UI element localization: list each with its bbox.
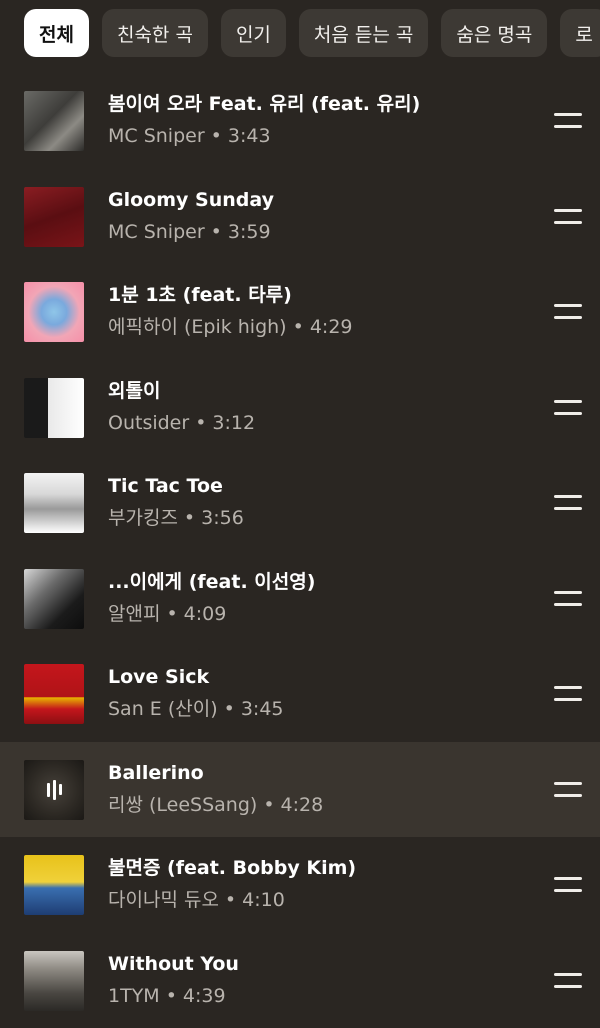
separator-dot: • xyxy=(263,794,274,816)
album-art[interactable] xyxy=(24,569,84,629)
track-artist[interactable]: San E (산이) xyxy=(108,698,218,720)
album-art[interactable] xyxy=(24,187,84,247)
track-duration: 3:12 xyxy=(212,412,255,434)
track-list: 봄이여 오라 Feat. 유리 (feat. 유리) MC Sniper • 3:43… xyxy=(0,73,600,1028)
track-row[interactable]: 불면증 (feat. Bobby Kim) 다이나믹 듀오 • 4:10 xyxy=(0,837,600,933)
album-art[interactable] xyxy=(24,951,84,1011)
track-duration: 4:39 xyxy=(183,985,226,1007)
track-title: Ballerino xyxy=(108,760,530,786)
drag-handle-icon[interactable] xyxy=(554,302,582,322)
drag-handle-icon[interactable] xyxy=(554,207,582,227)
drag-handle-icon[interactable] xyxy=(554,684,582,704)
drag-handle-icon[interactable] xyxy=(554,493,582,513)
track-artist[interactable]: 부가킹즈 xyxy=(108,507,178,529)
separator-dot: • xyxy=(184,507,195,529)
album-art[interactable] xyxy=(24,664,84,724)
track-duration: 4:29 xyxy=(310,316,353,338)
filter-chip[interactable]: 전체 xyxy=(24,9,89,57)
separator-dot: • xyxy=(293,316,304,338)
track-row[interactable]: ...이에게 (feat. 이선영) 알앤피 • 4:09 xyxy=(0,551,600,647)
track-duration: 3:56 xyxy=(201,507,244,529)
album-cover-image xyxy=(24,569,84,629)
album-art[interactable] xyxy=(24,378,84,438)
album-art[interactable] xyxy=(24,760,84,820)
filter-chip[interactable]: 로 xyxy=(560,9,600,57)
separator-dot: • xyxy=(166,985,177,1007)
album-cover-image xyxy=(24,664,84,724)
track-title: Tic Tac Toe xyxy=(108,473,530,499)
track-duration: 4:28 xyxy=(281,794,324,816)
separator-dot: • xyxy=(166,603,177,625)
track-artist[interactable]: 1TYM xyxy=(108,985,160,1007)
track-title: 외톨이 xyxy=(108,378,530,404)
track-row[interactable]: Gloomy Sunday MC Sniper • 3:59 xyxy=(0,169,600,265)
album-cover-image xyxy=(24,187,84,247)
track-artist[interactable]: MC Sniper xyxy=(108,221,205,243)
track-title: Gloomy Sunday xyxy=(108,187,530,213)
track-title: ...이에게 (feat. 이선영) xyxy=(108,569,530,595)
drag-handle-icon[interactable] xyxy=(554,875,582,895)
drag-handle-icon[interactable] xyxy=(554,398,582,418)
filter-chip-bar: 전체 친숙한 곡 인기 처음 듣는 곡 숨은 명곡 로 xyxy=(0,0,600,66)
album-cover-image xyxy=(24,855,84,915)
album-art[interactable] xyxy=(24,855,84,915)
separator-dot: • xyxy=(225,889,236,911)
filter-chip[interactable]: 처음 듣는 곡 xyxy=(299,9,428,57)
track-row[interactable]: 1분 1초 (feat. 타루) 에픽하이 (Epik high) • 4:29 xyxy=(0,264,600,360)
album-cover-image xyxy=(24,91,84,151)
drag-handle-icon[interactable] xyxy=(554,111,582,131)
track-duration: 4:10 xyxy=(242,889,285,911)
track-artist[interactable]: 다이나믹 듀오 xyxy=(108,889,219,911)
separator-dot: • xyxy=(195,412,206,434)
album-cover-image xyxy=(24,951,84,1011)
track-artist[interactable]: MC Sniper xyxy=(108,125,205,147)
track-duration: 3:59 xyxy=(228,221,271,243)
filter-chip[interactable]: 친숙한 곡 xyxy=(102,9,208,57)
track-artist[interactable]: 에픽하이 (Epik high) xyxy=(108,316,287,338)
track-artist[interactable]: 알앤피 xyxy=(108,603,160,625)
drag-handle-icon[interactable] xyxy=(554,780,582,800)
track-title: Without You xyxy=(108,951,530,977)
album-cover-image xyxy=(24,473,84,533)
drag-handle-icon[interactable] xyxy=(554,589,582,609)
track-duration: 3:43 xyxy=(228,125,271,147)
track-title: 봄이여 오라 Feat. 유리 (feat. 유리) xyxy=(108,91,530,117)
filter-chip[interactable]: 숨은 명곡 xyxy=(441,9,547,57)
track-row[interactable]: 외톨이 Outsider • 3:12 xyxy=(0,360,600,456)
album-art[interactable] xyxy=(24,282,84,342)
separator-dot: • xyxy=(224,698,235,720)
equalizer-icon xyxy=(24,760,84,820)
track-row[interactable]: Ballerino 리쌍 (LeeSSang) • 4:28 xyxy=(0,742,600,838)
separator-dot: • xyxy=(211,221,222,243)
album-art[interactable] xyxy=(24,473,84,533)
track-artist[interactable]: 리쌍 (LeeSSang) xyxy=(108,794,257,816)
track-duration: 4:09 xyxy=(184,603,227,625)
track-row[interactable]: 봄이여 오라 Feat. 유리 (feat. 유리) MC Sniper • 3:43 xyxy=(0,73,600,169)
track-title: 1분 1초 (feat. 타루) xyxy=(108,282,530,308)
track-title: 불면증 (feat. Bobby Kim) xyxy=(108,855,530,881)
separator-dot: • xyxy=(211,125,222,147)
track-artist[interactable]: Outsider xyxy=(108,412,189,434)
album-cover-image xyxy=(24,378,84,438)
album-art[interactable] xyxy=(24,91,84,151)
track-row[interactable]: Without You 1TYM • 4:39 xyxy=(0,933,600,1028)
filter-chip[interactable]: 인기 xyxy=(221,9,286,57)
track-title: Love Sick xyxy=(108,664,530,690)
drag-handle-icon[interactable] xyxy=(554,971,582,991)
album-cover-image xyxy=(24,282,84,342)
track-row[interactable]: Love Sick San E (산이) • 3:45 xyxy=(0,646,600,742)
track-row[interactable]: Tic Tac Toe 부가킹즈 • 3:56 xyxy=(0,455,600,551)
track-duration: 3:45 xyxy=(241,698,284,720)
